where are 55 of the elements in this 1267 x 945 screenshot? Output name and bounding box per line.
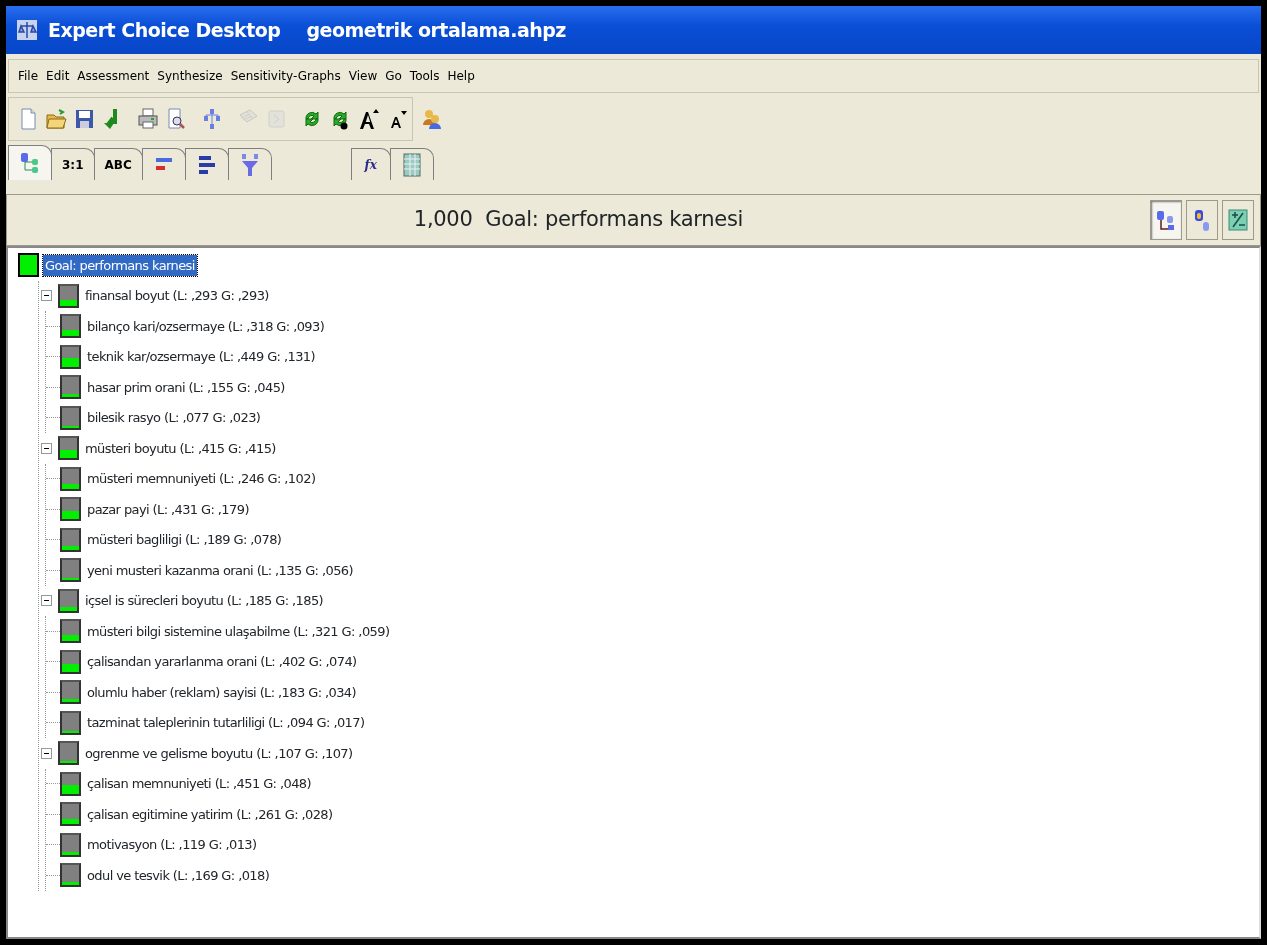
menu-item[interactable]: Sensitivity-Graphs — [227, 64, 344, 88]
tree-node-label[interactable]: Goal: performans karnesi — [43, 254, 197, 276]
printer-icon[interactable] — [137, 107, 159, 131]
tree-node-label[interactable]: çalisan egitimine yatirim (L: ,261 G: ,028) — [85, 803, 335, 825]
expander-button[interactable] — [41, 595, 52, 607]
goal-heading: 1,000 Goal: performans karnesi — [412, 206, 745, 234]
tree-node-label[interactable]: müsteri bagliligi (L: ,189 G: ,078) — [85, 529, 284, 551]
tree-node-label[interactable]: finansal boyut (L: ,293 G: ,293) — [83, 285, 271, 307]
tree-node-label[interactable]: bilanço kari/ozsermaye (L: ,318 G: ,093) — [85, 315, 327, 337]
tree-node-label[interactable]: çalisandan yararlanma orani (L: ,402 G: ,074) — [85, 651, 359, 673]
hierarchy-icon[interactable] — [201, 107, 223, 131]
tree-node-label[interactable]: teknik kar/ozsermaye (L: ,449 G: ,131) — [85, 346, 317, 368]
menu-item[interactable]: Synthesize — [154, 64, 226, 88]
tree-node-label[interactable]: olumlu haber (reklam) sayisi (L: ,183 G: ,034) — [85, 681, 358, 703]
tab[interactable] — [8, 145, 52, 180]
tree-node-label[interactable]: odul ve tesvik (L: ,169 G: ,018) — [85, 864, 272, 886]
tab[interactable] — [227, 148, 272, 180]
tree-node-label[interactable]: müsteri boyutu (L: ,415 G: ,415) — [83, 437, 278, 459]
tree-node-label[interactable]: tazminat taleplerinin tutarliligi (L: ,094 G: ,017) — [85, 712, 367, 734]
tree-node-label[interactable]: hasar prim orani (L: ,155 G: ,045) — [85, 376, 287, 398]
menu-item[interactable]: Go — [382, 64, 405, 88]
hierarchy-icon — [1155, 208, 1177, 232]
hierarchy-icon — [19, 151, 41, 175]
tree-node-label[interactable]: motivasyon (L: ,119 G: ,013) — [85, 834, 259, 856]
tree-node-label[interactable]: ogrenme ve gelisme boyutu (L: ,107 G: ,107) — [83, 742, 355, 764]
menu-item[interactable]: File — [15, 64, 42, 88]
window-title: Expert Choice Desktop — [48, 17, 281, 43]
menu-item[interactable]: Help — [444, 64, 478, 88]
open-folder-icon[interactable] — [45, 107, 67, 131]
menu-item[interactable]: Assessment — [74, 64, 153, 88]
table-icon — [400, 152, 423, 177]
document-name: geometrik ortalama.ahpz — [306, 17, 566, 43]
tree-node-label[interactable]: müsteri bilgi sistemine ulaşabilme (L: ,321 G: ,059) — [85, 620, 392, 642]
menu-item[interactable]: Tools — [406, 64, 443, 88]
expander-button[interactable] — [41, 290, 52, 302]
tree-node-label[interactable]: çalisan memnuniyeti (L: ,451 G: ,048) — [85, 773, 313, 795]
tree-node-label[interactable]: pazar payi (L: ,431 G: ,179) — [85, 498, 251, 520]
tree-node-label[interactable]: yeni musteri kazanma orani (L: ,135 G: ,056) — [85, 559, 355, 581]
tree-node-label[interactable]: müsteri memnuniyeti (L: ,246 G: ,102) — [85, 468, 318, 490]
tab[interactable] — [389, 148, 434, 180]
tree-node-label[interactable]: bilesik rasyo (L: ,077 G: ,023) — [85, 407, 263, 429]
expander-button[interactable] — [41, 747, 52, 759]
menu-item[interactable]: View — [345, 64, 381, 88]
print-preview-icon[interactable] — [165, 107, 187, 131]
users-icon[interactable] — [421, 107, 443, 131]
tree-node-label[interactable]: içsel is sürecleri boyutu (L: ,185 G: ,185) — [83, 590, 326, 612]
view-button[interactable] — [1186, 200, 1218, 240]
expander-button[interactable] — [41, 442, 52, 454]
view-button[interactable] — [1150, 200, 1182, 240]
tab[interactable]: fx — [350, 148, 391, 180]
app-icon — [16, 18, 38, 42]
font-size-increase-icon[interactable] — [357, 107, 379, 131]
plus-minus-icon — [1227, 208, 1249, 232]
view-button[interactable] — [1222, 200, 1254, 240]
menu-item[interactable]: Edit — [43, 64, 73, 88]
